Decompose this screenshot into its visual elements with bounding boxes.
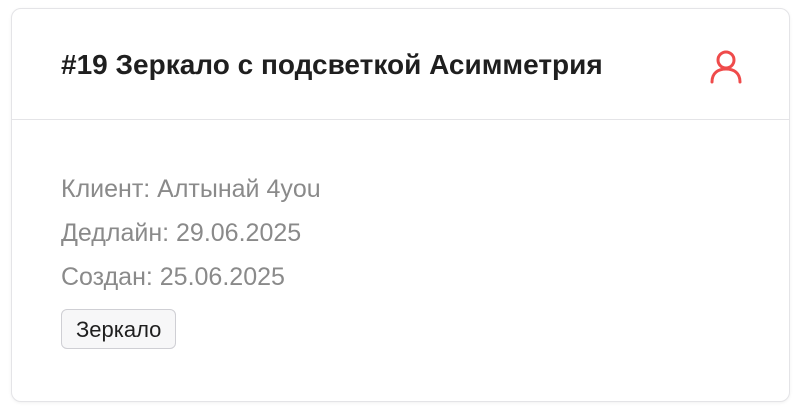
card-title: #19 Зеркало с подсветкой Асимметрия: [61, 49, 603, 80]
user-icon[interactable]: [709, 49, 743, 85]
deadline-text: Дедлайн: 29.06.2025: [61, 219, 302, 247]
category-tag[interactable]: Зеркало: [61, 309, 177, 349]
order-card[interactable]: #19 Зеркало с подсветкой Асимметрия Клие…: [11, 8, 790, 402]
card-header: #19 Зеркало с подсветкой Асимметрия: [12, 9, 789, 120]
client-text: Клиент: Алтынай 4you: [61, 175, 321, 203]
card-body: Клиент: Алтынай 4you Дедлайн: 29.06.2025…: [61, 167, 321, 349]
created-date-text: Создан: 25.06.2025: [61, 263, 285, 291]
